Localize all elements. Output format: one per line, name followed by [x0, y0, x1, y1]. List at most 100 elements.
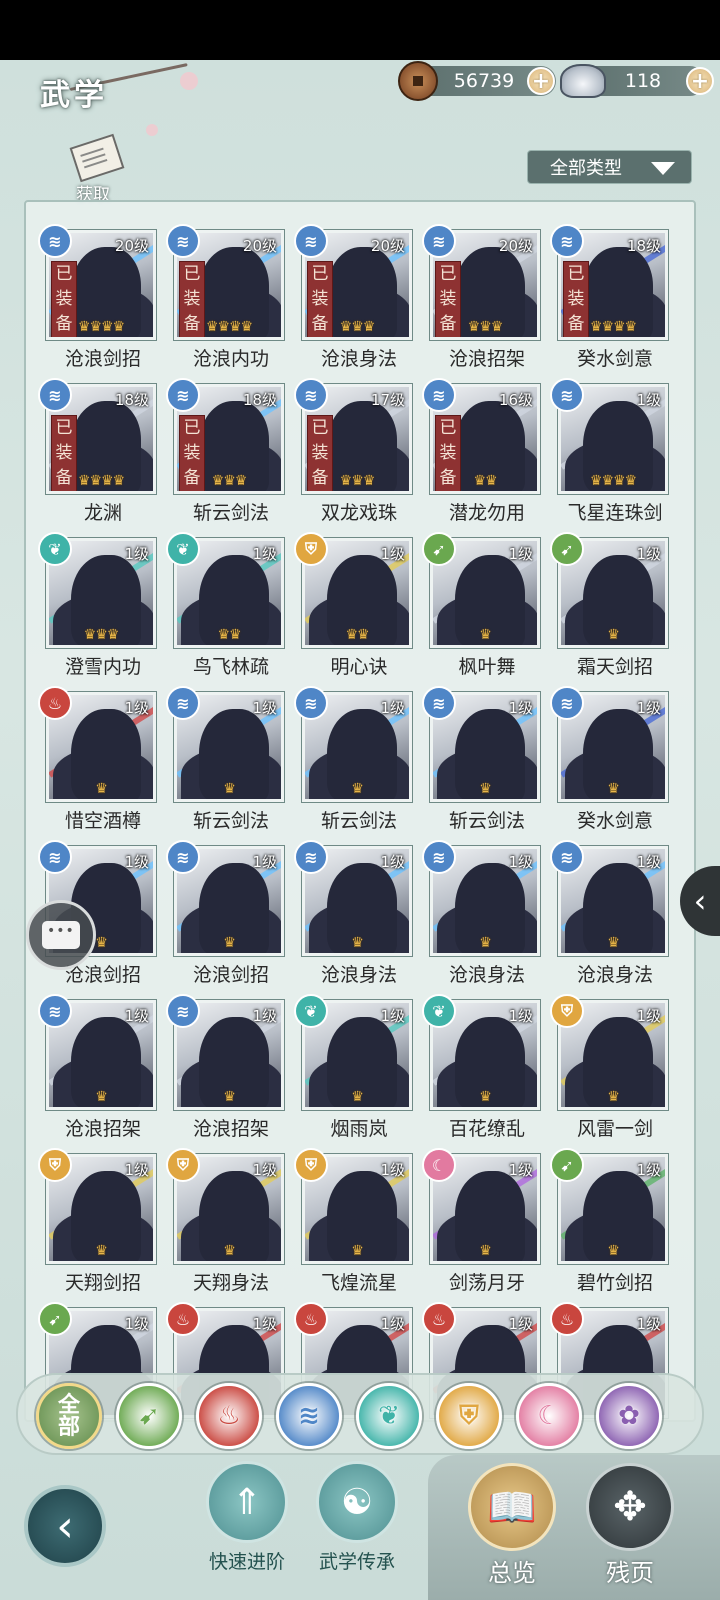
rank-stars: ♛	[223, 1089, 236, 1105]
school-wave-icon: ≋	[294, 378, 328, 412]
rank-stars: ♛	[95, 1089, 108, 1105]
skill-name: 潜龙勿用	[448, 502, 525, 524]
skill-card[interactable]: ⛨ 1级 ♛♛ 明心诀	[294, 532, 424, 686]
school-shield-icon: ⛨	[294, 1148, 328, 1182]
school-butterfly-icon: ❦	[378, 1401, 400, 1431]
skill-name: 沧浪剑招	[192, 964, 269, 986]
skill-card[interactable]: ❦ 1级 ♛♛ 鸟飞林疏	[166, 532, 296, 686]
overview-button[interactable]: 📖	[468, 1463, 556, 1551]
rank-stars: ♛♛♛	[339, 319, 376, 335]
school-wave-icon: ≋	[550, 840, 584, 874]
school-wave-icon: ≋	[166, 224, 200, 258]
inherit-button[interactable]: ☯	[316, 1461, 398, 1543]
skill-card[interactable]: ≋ 1级 ♛ 沧浪身法	[550, 840, 680, 994]
skill-card[interactable]: ≋ 1级 ♛ 沧浪招架	[38, 994, 168, 1148]
school-moon-icon: ☾	[422, 1148, 456, 1182]
skill-name: 飞煌流星	[320, 1272, 397, 1294]
skill-level: 1级	[124, 1161, 149, 1179]
skill-card[interactable]: ≋ 20级 已装备 ♛♛♛ 沧浪招架	[422, 224, 552, 378]
skill-card[interactable]: ⛨ 1级 ♛ 天翔身法	[166, 1148, 296, 1302]
rank-stars: ♛♛♛	[339, 473, 376, 489]
add-coins-button[interactable]: +	[527, 67, 555, 95]
rank-stars: ♛	[607, 935, 620, 951]
skill-card[interactable]: ☾ 1级 ♛ 剑荡月牙	[422, 1148, 552, 1302]
rank-stars: ♛♛♛♛	[77, 473, 125, 489]
skill-name: 斩云剑法	[192, 502, 269, 524]
bottom-tray: 📖 总览 ✥ 残页	[428, 1455, 720, 1600]
fragments-button[interactable]: ✥	[586, 1463, 674, 1551]
skill-card[interactable]: ≋ 1级 ♛ 沧浪身法	[294, 840, 424, 994]
chat-button[interactable]	[26, 900, 96, 970]
skill-card[interactable]: ≋ 20级 已装备 ♛♛♛♛ 沧浪内功	[166, 224, 296, 378]
school-leaf-icon: ➹	[550, 1148, 584, 1182]
skill-card[interactable]: ≋ 17级 已装备 ♛♛♛ 双龙戏珠	[294, 378, 424, 532]
skill-card[interactable]: ≋ 20级 已装备 ♛♛♛ 沧浪身法	[294, 224, 424, 378]
rank-stars: ♛	[351, 1089, 364, 1105]
skill-card[interactable]: ≋ 1级 ♛ 沧浪剑招	[166, 840, 296, 994]
skill-card[interactable]: ≋ 1级 ♛ 斩云剑法	[422, 686, 552, 840]
skill-card[interactable]: ❦ 1级 ♛ 百花缭乱	[422, 994, 552, 1148]
skill-card[interactable]: ⛨ 1级 ♛ 天翔剑招	[38, 1148, 168, 1302]
type-filter-dropdown[interactable]: 全部类型	[527, 150, 692, 184]
rank-stars: ♛♛♛♛	[77, 319, 125, 335]
skill-card[interactable]: ≋ 1级 ♛ 斩云剑法	[294, 686, 424, 840]
filter-tab-flame[interactable]: ♨	[196, 1383, 262, 1449]
chevron-left-icon: ‹	[693, 882, 707, 920]
skill-card[interactable]: ♨ 1级 ♛ 惜空酒樽	[38, 686, 168, 840]
school-wave-icon: ≋	[166, 840, 200, 874]
skill-card[interactable]: ➹ 1级 ♛ 霜天剑招	[550, 532, 680, 686]
rank-stars: ♛	[95, 781, 108, 797]
school-wave-icon: ≋	[550, 224, 584, 258]
filter-tab-moon[interactable]: ☾	[516, 1383, 582, 1449]
filter-tab-leaf[interactable]: ➹	[116, 1383, 182, 1449]
skill-card[interactable]: ➹ 1级 ♛ 碧竹剑招	[550, 1148, 680, 1302]
skill-name: 沧浪身法	[576, 964, 653, 986]
school-shield-icon: ⛨	[166, 1148, 200, 1182]
skill-card[interactable]: ≋ 1级 ♛ 沧浪身法	[422, 840, 552, 994]
skill-card[interactable]: ➹ 1级 ♛ 枫叶舞	[422, 532, 552, 686]
quick-advance-label: 快速进阶	[208, 1551, 285, 1573]
skill-name: 烟雨岚	[330, 1118, 388, 1140]
filter-tab-butterfly[interactable]: ❦	[356, 1383, 422, 1449]
skill-card[interactable]: ≋ 1级 ♛♛♛♛ 飞星连珠剑	[550, 378, 680, 532]
skill-card[interactable]: ≋ 1级 ♛ 癸水剑意	[550, 686, 680, 840]
filter-tab-rose[interactable]: ✿	[596, 1383, 662, 1449]
back-button[interactable]: ‹	[24, 1485, 106, 1567]
skill-card[interactable]: ≋ 18级 已装备 ♛♛♛♛ 龙渊	[38, 378, 168, 532]
rank-stars: ♛♛	[345, 627, 369, 643]
school-flame-icon: ♨	[166, 1302, 200, 1336]
skill-list-panel[interactable]: ≋ 20级 已装备 ♛♛♛♛ 沧浪剑招 ≋ 20级 已装备 ♛♛♛♛ 沧浪内功 ≋ 20级 已装备 ♛♛♛…	[24, 200, 696, 1422]
skill-card[interactable]: ≋ 20级 已装备 ♛♛♛♛ 沧浪剑招	[38, 224, 168, 378]
skill-card[interactable]: ⛨ 1级 ♛ 飞煌流星	[294, 1148, 424, 1302]
skill-card[interactable]: ≋ 18级 已装备 ♛♛♛ 斩云剑法	[166, 378, 296, 532]
skill-level: 1级	[380, 1161, 405, 1179]
skill-card[interactable]: ≋ 18级 已装备 ♛♛♛♛ 癸水剑意	[550, 224, 680, 378]
quick-advance-button[interactable]: ⇑	[206, 1461, 288, 1543]
skill-card[interactable]: ❦ 1级 ♛ 烟雨岚	[294, 994, 424, 1148]
arrow-up-icon: ⇑	[231, 1481, 263, 1523]
skill-card[interactable]: ≋ 1级 ♛ 沧浪招架	[166, 994, 296, 1148]
coin-value: 56739	[453, 70, 515, 92]
filter-tab-wave[interactable]: ≋	[276, 1383, 342, 1449]
inherit-label: 武学传承	[318, 1551, 395, 1573]
rank-stars: ♛	[607, 781, 620, 797]
skill-card[interactable]: ≋ 16级 已装备 ♛♛ 潜龙勿用	[422, 378, 552, 532]
filter-tab-all[interactable]: 全 部	[36, 1383, 102, 1449]
skill-level: 1级	[636, 1007, 661, 1025]
rank-stars: ♛	[479, 1089, 492, 1105]
school-shield-icon: ⛨	[459, 1400, 479, 1431]
filter-tab-shield[interactable]: ⛨	[436, 1383, 502, 1449]
skill-level: 1级	[508, 1007, 533, 1025]
skill-level: 1级	[636, 391, 661, 409]
school-rose-icon: ✿	[618, 1401, 640, 1431]
rank-stars: ♛	[223, 935, 236, 951]
skill-name: 霜天剑招	[576, 656, 653, 678]
skill-name: 斩云剑法	[192, 810, 269, 832]
add-silver-button[interactable]: +	[686, 67, 714, 95]
skill-card[interactable]: ❦ 1级 ♛♛♛ 澄雪内功	[38, 532, 168, 686]
school-wave-icon: ≋	[422, 378, 456, 412]
skill-level: 18级	[626, 237, 661, 255]
acquire-button[interactable]: 获取	[64, 133, 134, 205]
skill-card[interactable]: ⛨ 1级 ♛ 风雷一剑	[550, 994, 680, 1148]
skill-card[interactable]: ≋ 1级 ♛ 斩云剑法	[166, 686, 296, 840]
